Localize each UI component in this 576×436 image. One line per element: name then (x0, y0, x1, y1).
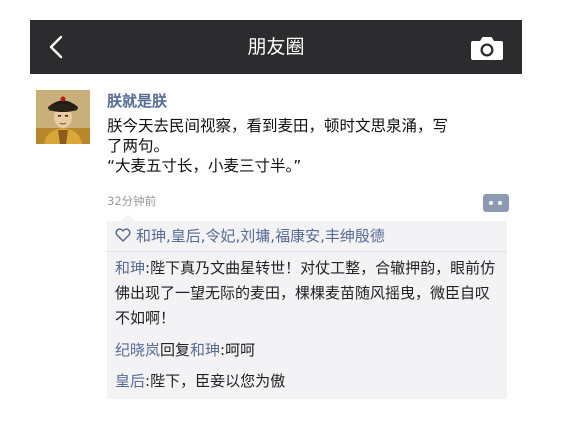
post-text-line: “大麦五寸长，小麦三寸半。” (107, 157, 302, 175)
comment-item[interactable]: 和珅:陛下真乃文曲星转世！对仗工整，合辙押韵，眼前仿佛出现了一望无际的麦田，棵棵… (115, 256, 500, 331)
post-text: 朕今天去民间视察，看到麦田，顿时文思泉涌，写 了两句。 “大麦五寸长，小麦三寸半… (107, 116, 512, 176)
comment-text: 陛下真乃文曲星转世！对仗工整，合辙押韵，眼前仿佛出现了一望无际的麦田，棵棵麦苗随… (115, 259, 496, 327)
comment-author[interactable]: 纪晓岚 (115, 341, 160, 359)
camera-icon[interactable] (470, 35, 504, 61)
likes-names[interactable]: 和珅,皇后,令妃,刘墉,福康安,丰绅殷德 (136, 227, 385, 245)
reply-target[interactable]: 和珅 (190, 341, 220, 359)
emperor-portrait-icon (36, 90, 90, 144)
likes-row: 和珅,皇后,令妃,刘墉,福康安,丰绅殷德 (115, 225, 385, 247)
post-author[interactable]: 朕就是朕 (107, 90, 167, 111)
comments-panel: 和珅,皇后,令妃,刘墉,福康安,丰绅殷德 和珅:陛下真乃文曲星转世！对仗工整，合… (107, 214, 507, 399)
divider (107, 251, 507, 252)
post-text-line: 朕今天去民间视察，看到麦田，顿时文思泉涌，写 (107, 117, 449, 135)
page-title: 朋友圈 (247, 36, 305, 58)
reply-word: 回复 (160, 341, 191, 359)
comment-text: 陛下，臣妾以您为傲 (150, 372, 286, 390)
comment-author[interactable]: 和珅 (115, 259, 145, 277)
post-time: 32分钟前 (107, 194, 157, 208)
comment-author[interactable]: 皇后 (115, 372, 145, 390)
comment-item[interactable]: 皇后:陛下，臣妾以您为傲 (115, 369, 500, 394)
avatar[interactable] (36, 90, 90, 144)
comment-text: 呵呵 (225, 341, 256, 359)
navbar: 朋友圈 (30, 20, 522, 74)
heart-icon (115, 228, 131, 242)
comment-item[interactable]: 纪晓岚回复和珅:呵呵 (115, 338, 500, 363)
more-dots-icon[interactable] (483, 194, 509, 212)
post-text-line: 了两句。 (107, 137, 170, 155)
